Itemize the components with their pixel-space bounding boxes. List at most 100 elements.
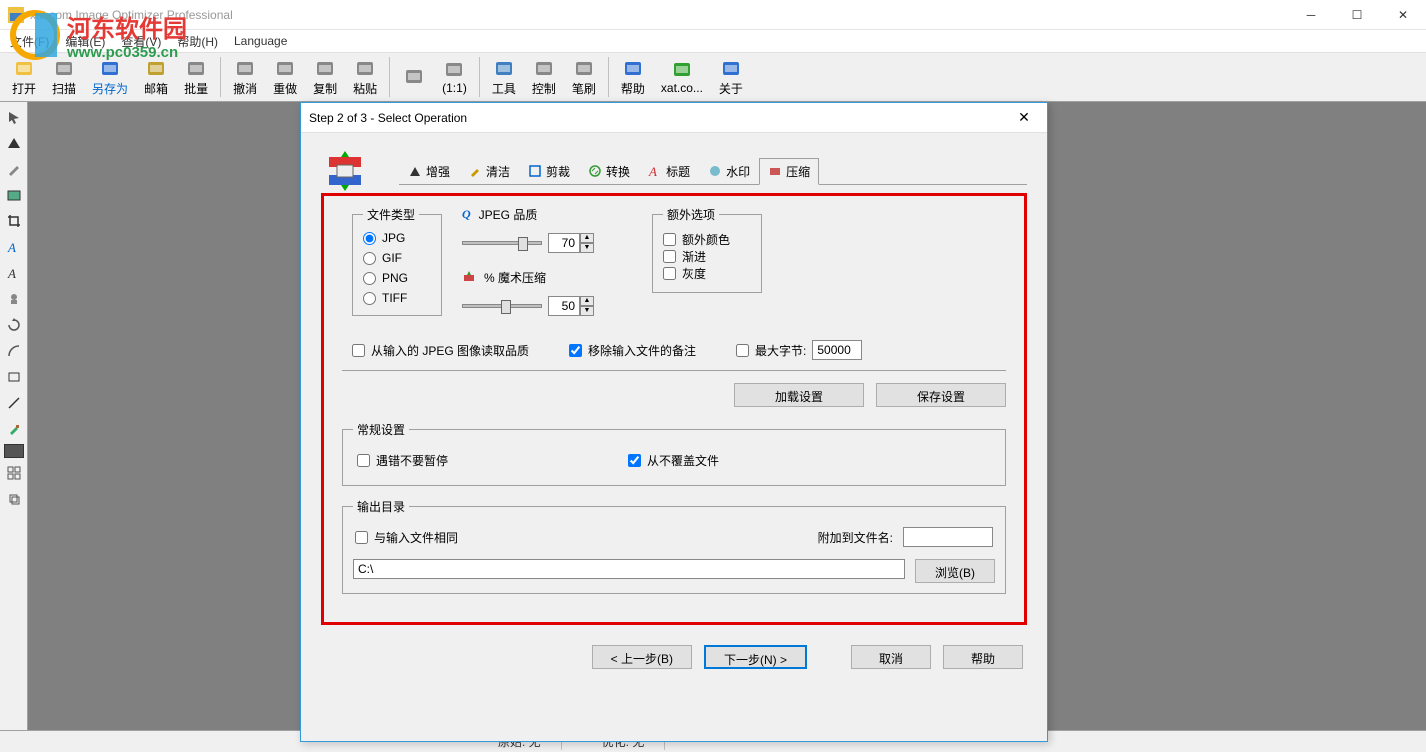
help-button[interactable]: 帮助	[943, 645, 1023, 669]
toolbar-web-button[interactable]: xat.co...	[653, 54, 711, 100]
jpeg-quality-slider[interactable]	[462, 241, 542, 245]
compress-logo-icon	[321, 151, 369, 191]
menu-language[interactable]: Language	[228, 32, 293, 50]
next-button[interactable]: 下一步(N) >	[704, 645, 807, 669]
app-icon	[8, 7, 24, 23]
filetype-GIF-radio[interactable]	[363, 252, 376, 265]
file-type-legend: 文件类型	[363, 206, 419, 223]
grid-tool-icon[interactable]	[3, 462, 25, 484]
magic-up[interactable]: ▲	[580, 296, 594, 306]
arc-tool-icon[interactable]	[3, 340, 25, 362]
crop-tool-icon[interactable]	[3, 210, 25, 232]
brush-tool-icon[interactable]	[3, 418, 25, 440]
wizard-dialog: Step 2 of 3 - Select Operation ✕ 增强清洁剪裁转…	[300, 102, 1048, 742]
dialog-close-button[interactable]: ✕	[1009, 109, 1039, 126]
toolbar-open-button[interactable]: 打开	[4, 54, 44, 100]
stamp-tool-icon[interactable]	[3, 288, 25, 310]
general-settings-group: 常规设置 遇错不要暂停 从不覆盖文件	[342, 421, 1006, 486]
same-as-input-checkbox[interactable]	[355, 531, 368, 544]
never-overwrite-checkbox[interactable]	[628, 454, 641, 467]
file-type-group: 文件类型 JPGGIFPNGTIFF	[352, 206, 442, 316]
jpeg-quality-input[interactable]	[548, 233, 580, 253]
browse-button[interactable]: 浏览(B)	[915, 559, 995, 583]
maximize-button[interactable]: ☐	[1334, 0, 1380, 30]
photo-tool-icon[interactable]	[3, 184, 25, 206]
menu-help[interactable]: 帮助(H)	[171, 31, 224, 52]
output-legend: 输出目录	[353, 498, 409, 515]
dialog-titlebar: Step 2 of 3 - Select Operation ✕	[301, 103, 1047, 133]
magic-icon	[462, 269, 476, 286]
save-settings-button[interactable]: 保存设置	[876, 383, 1006, 407]
menu-view[interactable]: 查看(V)	[115, 31, 167, 52]
toolbar-mail-button[interactable]: 邮箱	[136, 54, 176, 100]
filetype-PNG-radio[interactable]	[363, 272, 376, 285]
jpeg-q-up[interactable]: ▲	[580, 233, 594, 243]
tool-sidebar: A A	[0, 102, 28, 730]
tab-6[interactable]: 压缩	[759, 158, 819, 185]
back-button[interactable]: < 上一步(B)	[592, 645, 692, 669]
color-swatch[interactable]	[4, 444, 24, 458]
magic-compress-label: % 魔术压缩	[484, 269, 546, 286]
svg-text:A: A	[648, 164, 657, 178]
close-button[interactable]: ✕	[1380, 0, 1426, 30]
text-tool-icon[interactable]: A	[3, 236, 25, 258]
cancel-button[interactable]: 取消	[851, 645, 931, 669]
load-settings-button[interactable]: 加载设置	[734, 383, 864, 407]
canvas-area: Step 2 of 3 - Select Operation ✕ 增强清洁剪裁转…	[28, 102, 1426, 730]
toolbar-paste-button[interactable]: 粘贴	[345, 54, 385, 100]
toolbar-redo-button[interactable]: 重做	[265, 54, 305, 100]
output-path-input[interactable]	[353, 559, 905, 579]
filetype-TIFF-radio[interactable]	[363, 292, 376, 305]
menu-edit[interactable]: 编辑(E)	[59, 31, 111, 52]
toolbar-help-button[interactable]: 帮助	[613, 54, 653, 100]
no-pause-checkbox[interactable]	[357, 454, 370, 467]
filetype-JPG-radio[interactable]	[363, 232, 376, 245]
jpeg-quality-label: JPEG 品质	[479, 206, 538, 223]
jpeg-q-down[interactable]: ▼	[580, 243, 594, 253]
output-dir-group: 输出目录 与输入文件相同 附加到文件名: 浏览(B)	[342, 498, 1006, 594]
tab-1[interactable]: 清洁	[459, 158, 519, 184]
tab-2[interactable]: 剪裁	[519, 158, 579, 184]
rotate-tool-icon[interactable]	[3, 314, 25, 336]
toolbar-brush-button[interactable]: 笔刷	[564, 54, 604, 100]
dialog-title: Step 2 of 3 - Select Operation	[309, 111, 467, 125]
max-bytes-checkbox[interactable]	[736, 344, 749, 357]
toolbar-about-button[interactable]: 关于	[711, 54, 751, 100]
text2-tool-icon[interactable]: A	[3, 262, 25, 284]
pointer-tool-icon[interactable]	[3, 106, 25, 128]
layers-tool-icon[interactable]	[3, 488, 25, 510]
magic-input[interactable]	[548, 296, 580, 316]
magic-slider[interactable]	[462, 304, 542, 308]
toolbar-magic-button[interactable]	[394, 54, 434, 100]
zoom-tool-icon[interactable]	[3, 132, 25, 154]
main-toolbar: 打开扫描另存为邮箱批量撤消重做复制粘贴 (1:1)工具控制笔刷帮助xat.co..…	[0, 52, 1426, 102]
toolbar-scan-button[interactable]: 扫描	[44, 54, 84, 100]
extra-color-checkbox[interactable]	[663, 233, 676, 246]
rect-tool-icon[interactable]	[3, 366, 25, 388]
max-bytes-input[interactable]	[812, 340, 862, 360]
toolbar-copy-button[interactable]: 复制	[305, 54, 345, 100]
toolbar-tools-button[interactable]: 工具	[484, 54, 524, 100]
toolbar-batch-button[interactable]: 批量	[176, 54, 216, 100]
svg-text:A: A	[7, 266, 16, 280]
tab-strip: 增强清洁剪裁转换A标题水印压缩	[321, 151, 1027, 191]
magic-down[interactable]: ▼	[580, 306, 594, 316]
append-input[interactable]	[903, 527, 993, 547]
toolbar-saveas-button[interactable]: 另存为	[84, 54, 136, 100]
tab-0[interactable]: 增强	[399, 158, 459, 184]
line-tool-icon[interactable]	[3, 392, 25, 414]
toolbar-undo-button[interactable]: 撤消	[225, 54, 265, 100]
grayscale-checkbox[interactable]	[663, 267, 676, 280]
read-quality-checkbox[interactable]	[352, 344, 365, 357]
toolbar-control-button[interactable]: 控制	[524, 54, 564, 100]
toolbar-zoom-button[interactable]: (1:1)	[434, 54, 475, 100]
menu-file[interactable]: 文件(F)	[4, 31, 55, 52]
remove-comments-checkbox[interactable]	[569, 344, 582, 357]
dropper-tool-icon[interactable]	[3, 158, 25, 180]
progressive-checkbox[interactable]	[663, 250, 676, 263]
minimize-button[interactable]: ─	[1288, 0, 1334, 30]
tab-4[interactable]: A标题	[639, 158, 699, 184]
append-label: 附加到文件名:	[818, 529, 893, 546]
tab-3[interactable]: 转换	[579, 158, 639, 184]
tab-5[interactable]: 水印	[699, 158, 759, 184]
